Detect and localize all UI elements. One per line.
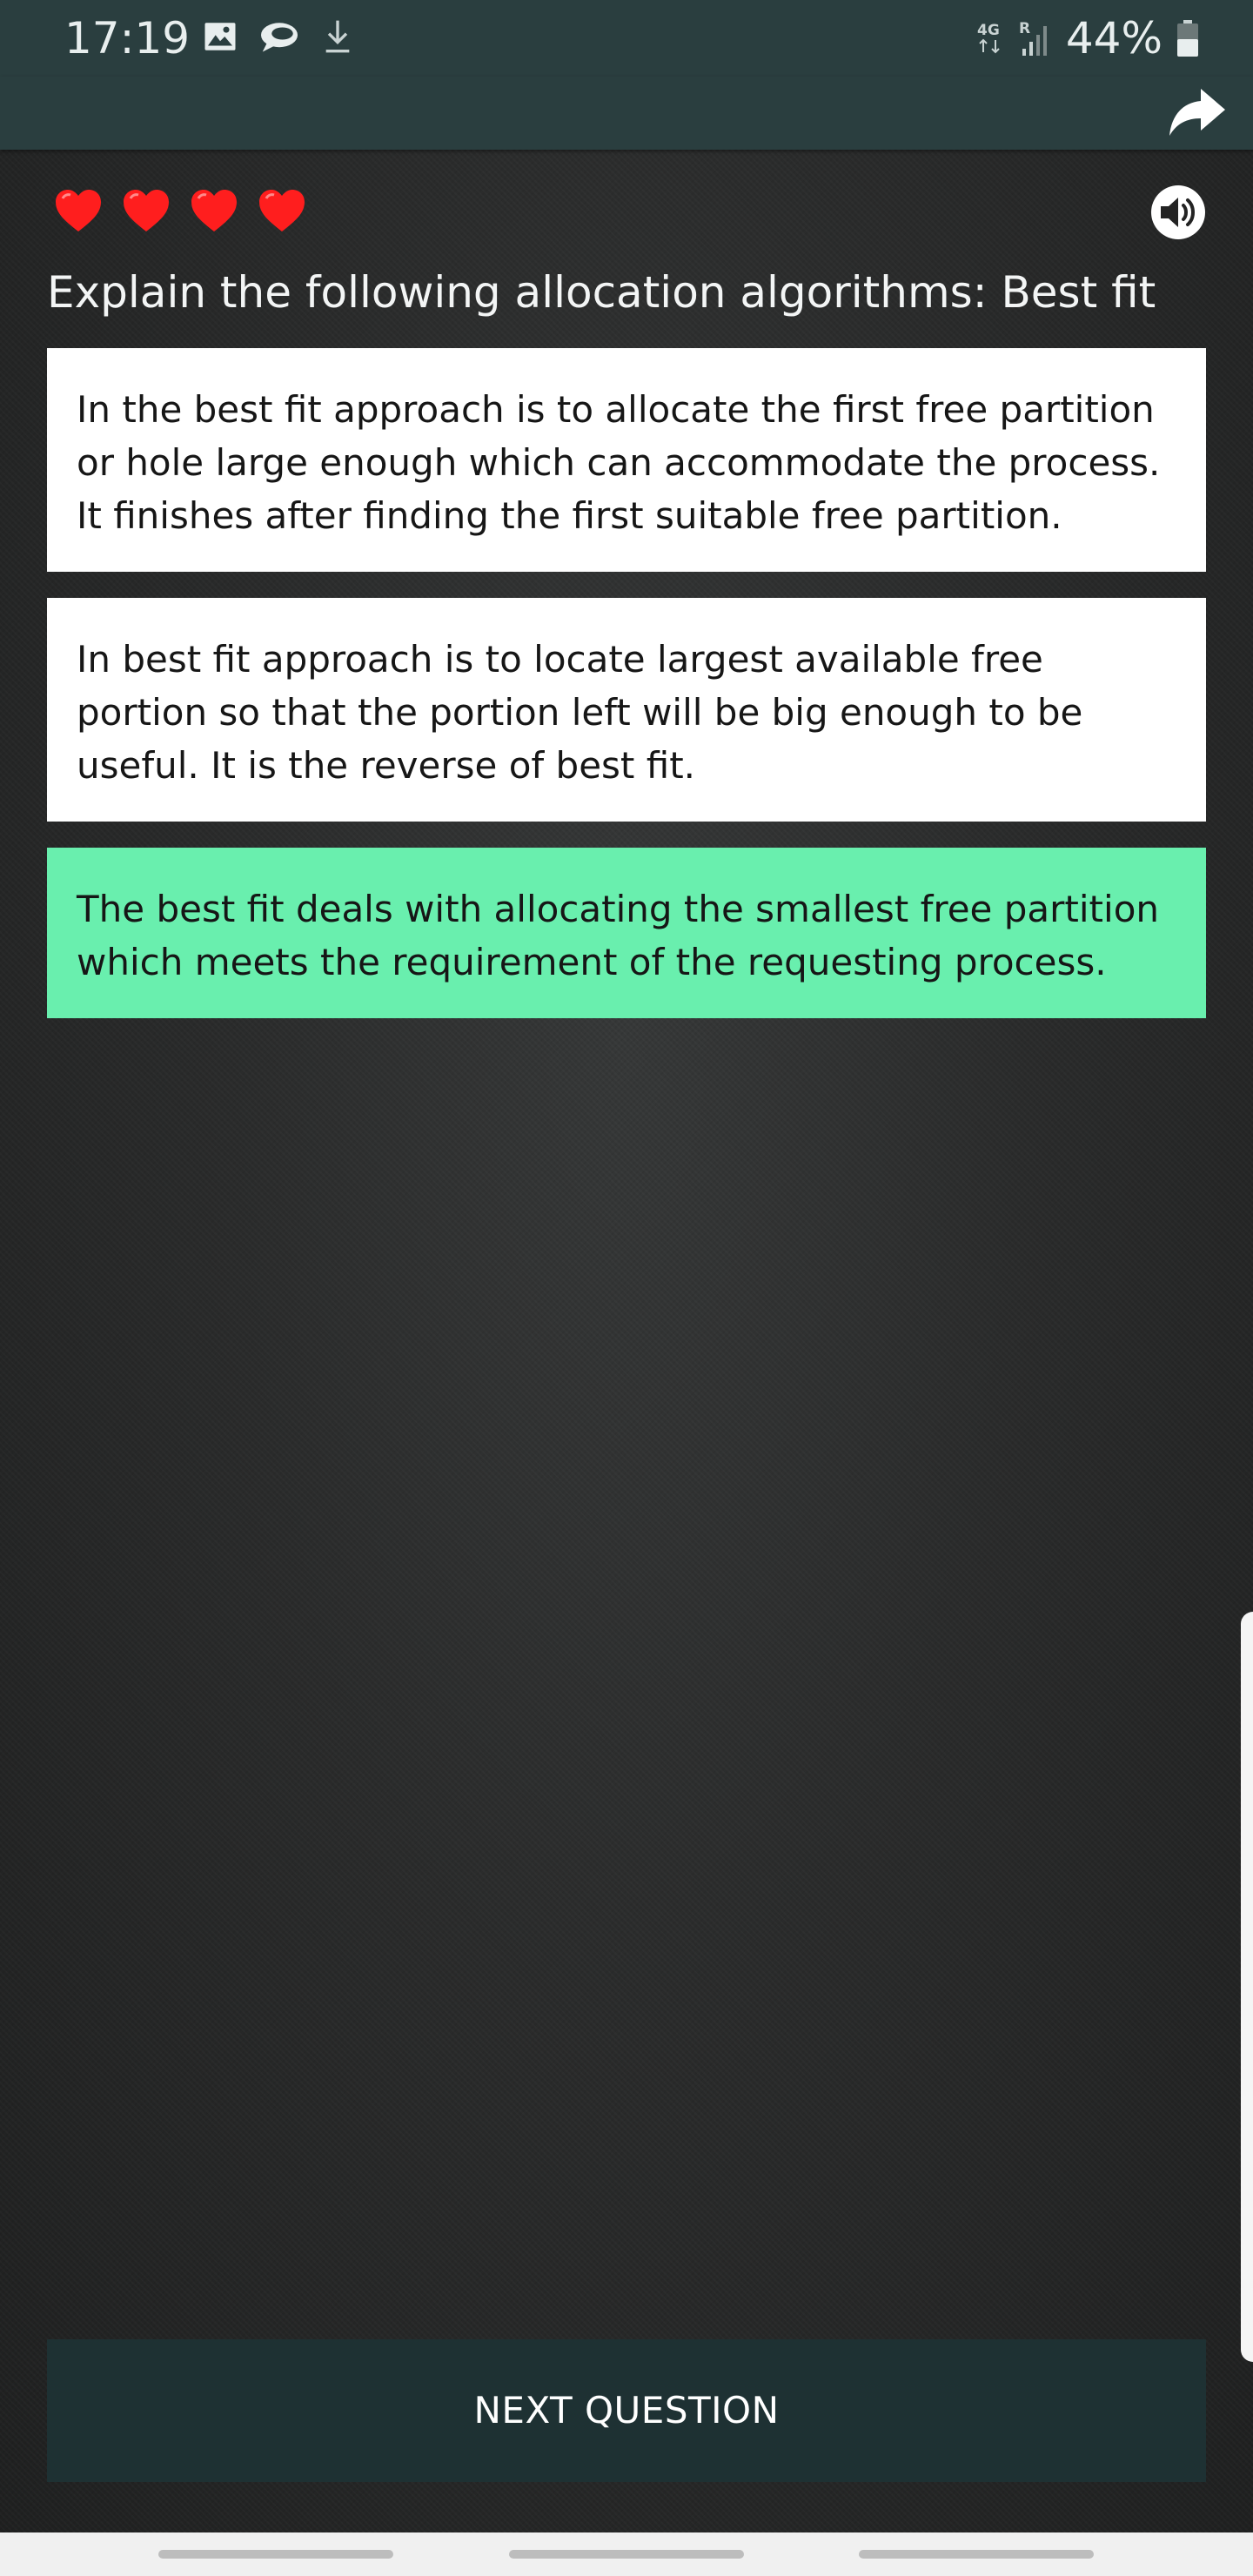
status-bar: 17:19 4G R 44%	[0, 0, 1253, 77]
heart-icon	[56, 190, 101, 231]
answer-list: In the best fit approach is to allocate …	[47, 348, 1206, 1044]
battery-icon	[1177, 20, 1198, 57]
app-bar	[0, 77, 1253, 150]
navigation-bar	[0, 2532, 1253, 2576]
network-type-text: 4G	[977, 22, 1000, 39]
heart-icon	[191, 190, 237, 231]
lives-indicator	[54, 188, 306, 233]
sound-toggle-button[interactable]	[1150, 184, 1206, 240]
download-icon	[325, 20, 350, 53]
next-question-button[interactable]: NEXT QUESTION	[47, 2339, 1206, 2482]
roaming-indicator: R	[1019, 20, 1030, 37]
speaker-icon	[1151, 185, 1205, 239]
answer-option-1[interactable]: In the best fit approach is to allocate …	[47, 348, 1206, 572]
battery-percent: 44%	[1065, 13, 1163, 64]
status-notification-icons	[202, 17, 355, 56]
status-system-icons: 4G R 44%	[975, 12, 1201, 64]
signal-icon: R	[1019, 20, 1047, 56]
share-arrow-icon	[1169, 89, 1225, 136]
nav-recents-button[interactable]	[158, 2550, 393, 2559]
network-4g-icon: 4G	[977, 22, 1000, 54]
edge-panel-handle[interactable]	[1241, 1612, 1253, 2362]
question-text: Explain the following allocation algorit…	[47, 267, 1156, 318]
chat-bubble-icon	[261, 23, 298, 52]
heart-icon	[124, 190, 169, 231]
nav-home-button[interactable]	[509, 2550, 744, 2559]
status-time: 17:19	[64, 13, 191, 64]
quiz-screen: 17:19 4G R 44% Explain the following all…	[0, 0, 1253, 2576]
nav-back-button[interactable]	[859, 2550, 1094, 2559]
image-icon	[204, 23, 236, 50]
answer-option-3-correct[interactable]: The best fit deals with allocating the s…	[47, 848, 1206, 1018]
share-button[interactable]	[1166, 84, 1229, 141]
answer-option-2[interactable]: In best fit approach is to locate larges…	[47, 598, 1206, 822]
heart-icon	[259, 190, 305, 231]
